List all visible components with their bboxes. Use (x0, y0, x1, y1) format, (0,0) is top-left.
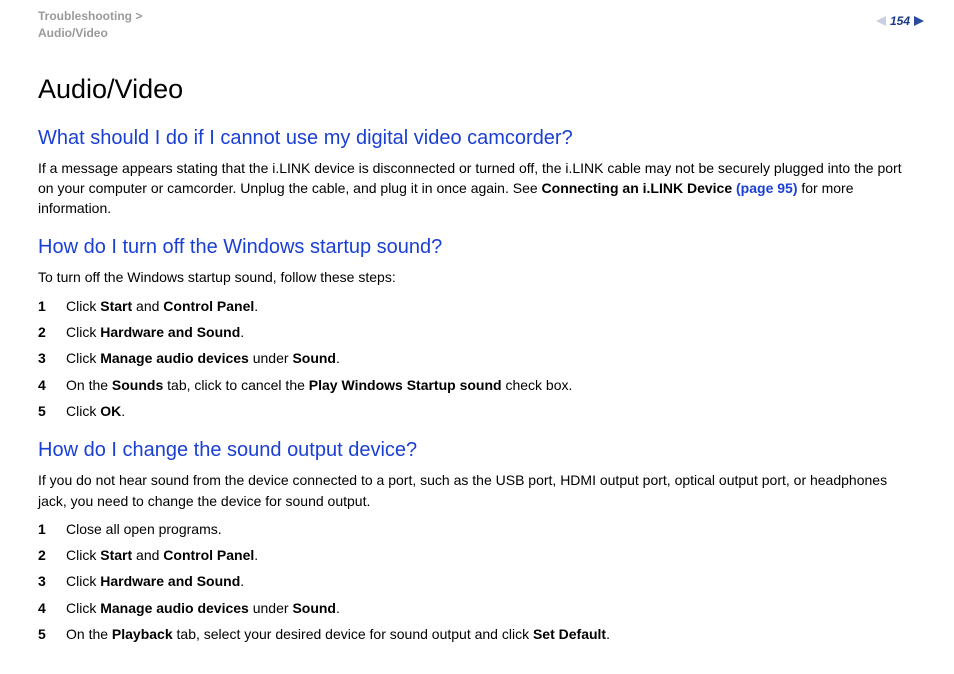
startup-intro: To turn off the Windows startup sound, f… (38, 267, 916, 287)
list-item: Click Start and Control Panel. (38, 545, 916, 565)
page-content: Audio/Video What should I do if I cannot… (0, 46, 954, 671)
prev-page-icon[interactable] (876, 16, 886, 26)
section-heading-output-device: How do I change the sound output device? (38, 439, 916, 462)
list-item: Click Manage audio devices under Sound. (38, 598, 916, 618)
pager: 154 (876, 14, 924, 28)
next-page-icon[interactable] (914, 16, 924, 26)
list-item: On the Playback tab, select your desired… (38, 624, 916, 644)
list-item: Click Hardware and Sound. (38, 571, 916, 591)
output-intro: If you do not hear sound from the device… (38, 470, 916, 511)
output-steps: Close all open programs. Click Start and… (38, 519, 916, 644)
camcorder-paragraph: If a message appears stating that the i.… (38, 158, 916, 219)
list-item: Click OK. (38, 401, 916, 421)
breadcrumb-current: Audio/Video (38, 25, 142, 42)
breadcrumb-parent: Troubleshooting > (38, 8, 142, 25)
page-number: 154 (890, 14, 910, 28)
section-heading-camcorder: What should I do if I cannot use my digi… (38, 127, 916, 150)
section-heading-startup-sound: How do I turn off the Windows startup so… (38, 236, 916, 259)
list-item: Click Start and Control Panel. (38, 296, 916, 316)
page-95-link[interactable]: (page 95) (736, 180, 797, 196)
startup-steps: Click Start and Control Panel. Click Har… (38, 296, 916, 421)
breadcrumb: Troubleshooting > Audio/Video (38, 8, 142, 42)
ilink-device-bold: Connecting an i.LINK Device (page 95) (542, 180, 798, 196)
list-item: Close all open programs. (38, 519, 916, 539)
list-item: Click Manage audio devices under Sound. (38, 348, 916, 368)
page-header: Troubleshooting > Audio/Video 154 (0, 0, 954, 46)
list-item: On the Sounds tab, click to cancel the P… (38, 375, 916, 395)
page-title: Audio/Video (38, 74, 916, 105)
list-item: Click Hardware and Sound. (38, 322, 916, 342)
